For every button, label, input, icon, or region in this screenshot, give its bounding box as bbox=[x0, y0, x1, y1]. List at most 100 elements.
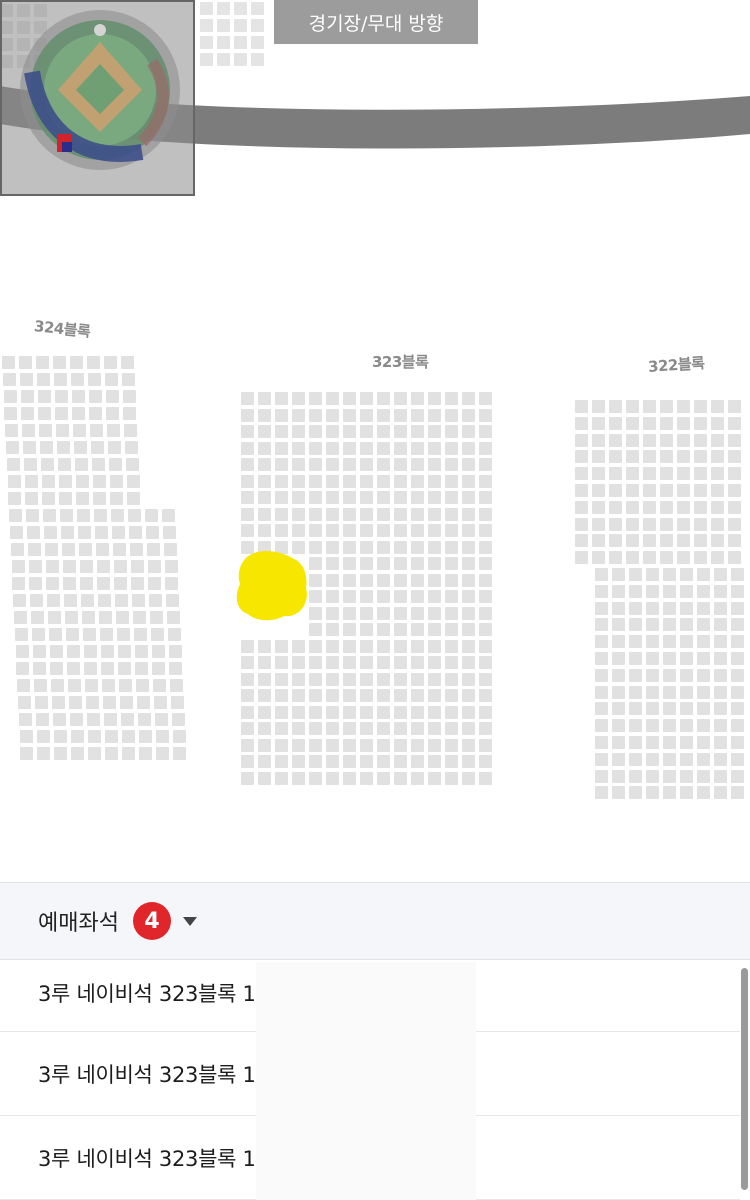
seat[interactable] bbox=[626, 467, 639, 480]
seat[interactable] bbox=[309, 524, 322, 537]
seat[interactable] bbox=[343, 590, 356, 603]
seat[interactable] bbox=[445, 706, 458, 719]
seat[interactable] bbox=[292, 425, 305, 438]
seat[interactable] bbox=[146, 526, 159, 539]
seat[interactable] bbox=[694, 518, 707, 531]
seat[interactable] bbox=[646, 702, 659, 715]
seat[interactable] bbox=[592, 417, 605, 430]
seat[interactable] bbox=[462, 623, 475, 636]
seat[interactable] bbox=[694, 400, 707, 413]
seat[interactable] bbox=[445, 623, 458, 636]
seat[interactable] bbox=[38, 390, 51, 403]
seat[interactable] bbox=[309, 722, 322, 735]
seat[interactable] bbox=[80, 577, 93, 590]
seat[interactable] bbox=[53, 713, 66, 726]
seat[interactable] bbox=[326, 706, 339, 719]
seat[interactable] bbox=[479, 640, 492, 653]
seat[interactable] bbox=[37, 747, 50, 760]
seat[interactable] bbox=[462, 590, 475, 603]
seat[interactable] bbox=[394, 392, 407, 405]
seat[interactable] bbox=[105, 747, 118, 760]
seat[interactable] bbox=[139, 730, 152, 743]
seat[interactable] bbox=[29, 577, 42, 590]
seat[interactable] bbox=[81, 594, 94, 607]
seat[interactable] bbox=[360, 640, 373, 653]
seat[interactable] bbox=[575, 434, 588, 447]
seat[interactable] bbox=[172, 713, 185, 726]
seat[interactable] bbox=[360, 392, 373, 405]
seat[interactable] bbox=[98, 594, 111, 607]
seat[interactable] bbox=[162, 509, 175, 522]
seat[interactable] bbox=[3, 373, 16, 386]
seat[interactable] bbox=[575, 484, 588, 497]
seat[interactable] bbox=[643, 518, 656, 531]
seat[interactable] bbox=[714, 585, 727, 598]
seat[interactable] bbox=[595, 602, 608, 615]
seat[interactable] bbox=[32, 628, 45, 641]
seat[interactable] bbox=[680, 669, 693, 682]
seat[interactable] bbox=[84, 645, 97, 658]
seat[interactable] bbox=[258, 508, 271, 521]
seat[interactable] bbox=[343, 491, 356, 504]
reserved-seats-header[interactable]: 예매좌석 4 bbox=[0, 882, 750, 960]
seat[interactable] bbox=[309, 508, 322, 521]
seat[interactable] bbox=[241, 458, 254, 471]
seat[interactable] bbox=[629, 618, 642, 631]
seat[interactable] bbox=[110, 475, 123, 488]
seat[interactable] bbox=[479, 689, 492, 702]
seat[interactable] bbox=[258, 673, 271, 686]
seat[interactable] bbox=[258, 772, 271, 785]
seat[interactable] bbox=[629, 652, 642, 665]
seat[interactable] bbox=[714, 618, 727, 631]
seat[interactable] bbox=[360, 706, 373, 719]
seat[interactable] bbox=[595, 635, 608, 648]
seat[interactable] bbox=[43, 509, 56, 522]
seat[interactable] bbox=[462, 425, 475, 438]
seat[interactable] bbox=[731, 753, 744, 766]
seat[interactable] bbox=[694, 484, 707, 497]
seat[interactable] bbox=[643, 467, 656, 480]
seat[interactable] bbox=[643, 417, 656, 430]
seat[interactable] bbox=[93, 475, 106, 488]
seat[interactable] bbox=[48, 611, 61, 624]
seat[interactable] bbox=[326, 590, 339, 603]
seat[interactable] bbox=[479, 574, 492, 587]
seat[interactable] bbox=[5, 424, 18, 437]
seat[interactable] bbox=[105, 373, 118, 386]
seat[interactable] bbox=[360, 524, 373, 537]
seat[interactable] bbox=[88, 747, 101, 760]
seat[interactable] bbox=[24, 458, 37, 471]
seat[interactable] bbox=[680, 719, 693, 732]
seat[interactable] bbox=[360, 442, 373, 455]
seat[interactable] bbox=[137, 696, 150, 709]
seat[interactable] bbox=[20, 373, 33, 386]
seat[interactable] bbox=[292, 508, 305, 521]
seat[interactable] bbox=[646, 669, 659, 682]
seat[interactable] bbox=[445, 722, 458, 735]
seat[interactable] bbox=[116, 611, 129, 624]
seat[interactable] bbox=[377, 722, 390, 735]
seat[interactable] bbox=[731, 719, 744, 732]
seat[interactable] bbox=[119, 679, 132, 692]
seat[interactable] bbox=[697, 753, 710, 766]
seat[interactable] bbox=[275, 673, 288, 686]
seat[interactable] bbox=[104, 356, 117, 369]
seat[interactable] bbox=[394, 739, 407, 752]
seat[interactable] bbox=[16, 645, 29, 658]
seat[interactable] bbox=[612, 602, 625, 615]
seat[interactable] bbox=[258, 409, 271, 422]
seat[interactable] bbox=[147, 543, 160, 556]
seat[interactable] bbox=[697, 686, 710, 699]
seat[interactable] bbox=[592, 534, 605, 547]
seat[interactable] bbox=[428, 755, 441, 768]
seat[interactable] bbox=[173, 730, 186, 743]
seat[interactable] bbox=[292, 706, 305, 719]
seat[interactable] bbox=[90, 424, 103, 437]
seat[interactable] bbox=[275, 755, 288, 768]
seat[interactable] bbox=[609, 484, 622, 497]
seat[interactable] bbox=[629, 770, 642, 783]
seat[interactable] bbox=[428, 607, 441, 620]
seat[interactable] bbox=[646, 786, 659, 799]
seat[interactable] bbox=[326, 755, 339, 768]
seat[interactable] bbox=[133, 611, 146, 624]
